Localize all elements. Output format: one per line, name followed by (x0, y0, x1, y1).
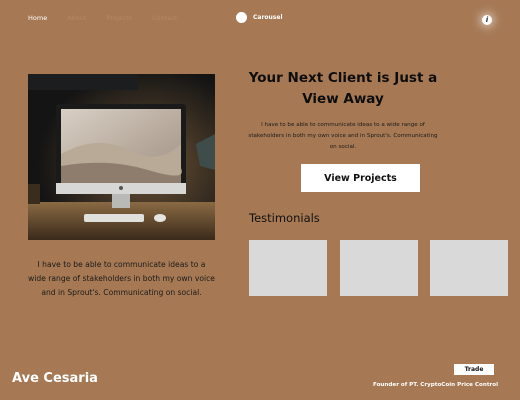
testimonial-card[interactable] (430, 240, 508, 296)
intro-text: I have to be able to communicate ideas t… (248, 122, 438, 150)
carousel-dot-icon (236, 12, 247, 23)
info-icon[interactable]: i (482, 15, 492, 25)
carousel-label: Carousel (253, 14, 283, 21)
trade-button[interactable]: Trade (454, 364, 494, 375)
computer-desk-photo-icon (28, 74, 215, 240)
nav-home[interactable]: Home (28, 14, 47, 22)
brand-name: Ave Cesaria (12, 371, 98, 386)
testimonials-title: Testimonials (249, 211, 320, 225)
testimonial-card[interactable] (249, 240, 327, 296)
hero-description: I have to be able to communicate ideas t… (28, 260, 215, 297)
testimonial-card[interactable] (340, 240, 418, 296)
nav-item-3[interactable]: Projects (106, 14, 132, 22)
nav-item-2[interactable]: About (67, 14, 86, 22)
view-projects-button[interactable]: View Projects (301, 164, 420, 192)
nav-item-4[interactable]: Contact (152, 14, 177, 22)
hero-image (28, 74, 215, 240)
page-title: Your Next Client is Just a View Away (248, 70, 438, 107)
top-nav: Home About Projects Contact (28, 14, 177, 22)
carousel-toggle[interactable]: Carousel (236, 12, 283, 23)
founder-caption: Founder of PT. CryptoCoin Price Control (373, 382, 499, 388)
